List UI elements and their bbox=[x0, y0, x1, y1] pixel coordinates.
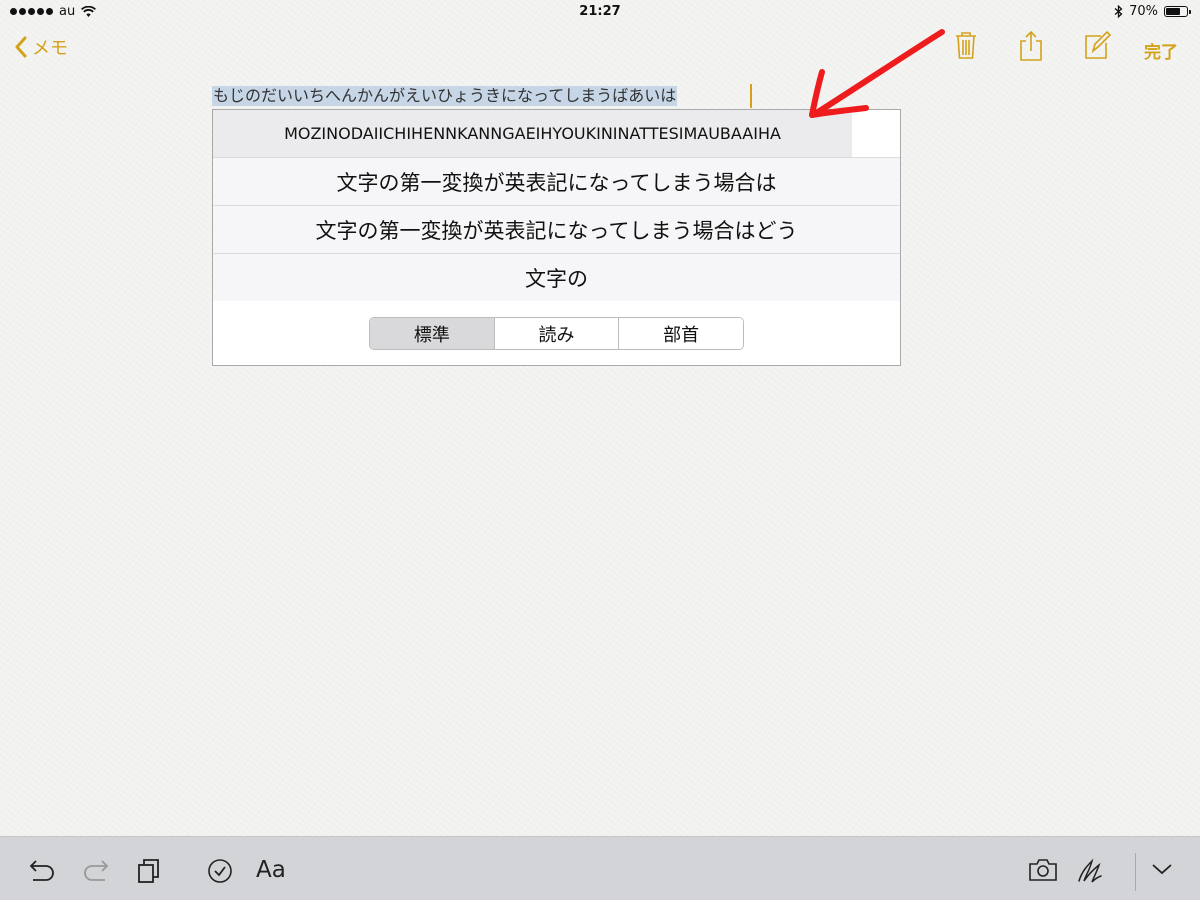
status-bar: au 21:27 70% bbox=[0, 0, 1200, 26]
bottom-toolbar: Aa bbox=[0, 836, 1200, 900]
status-right: 70% bbox=[1114, 4, 1191, 19]
undo-icon[interactable] bbox=[28, 857, 56, 883]
text-cursor bbox=[750, 84, 752, 108]
candidate-sort-area: 標準 読み 部首 bbox=[213, 301, 900, 365]
camera-icon[interactable] bbox=[1028, 857, 1058, 883]
checklist-icon[interactable] bbox=[206, 857, 234, 885]
candidate-item[interactable]: 文字の bbox=[213, 254, 900, 302]
compose-icon[interactable] bbox=[1084, 30, 1112, 60]
segment-radical[interactable]: 部首 bbox=[619, 318, 743, 349]
candidate-item[interactable]: MOZINODAIICHIHENNKANNGAEIHYOUKININATTESI… bbox=[213, 110, 852, 158]
red-arrow-annotation bbox=[809, 29, 945, 118]
segment-reading[interactable]: 読み bbox=[494, 318, 620, 349]
candidate-item[interactable]: 文字の第一変換が英表記になってしまう場合はどう bbox=[213, 206, 900, 254]
clock: 21:27 bbox=[579, 4, 621, 19]
done-button[interactable]: 完了 bbox=[1144, 38, 1178, 63]
sort-segmented-control: 標準 読み 部首 bbox=[369, 317, 744, 350]
conversion-candidates-popover: MOZINODAIICHIHENNKANNGAEIHYOUKININATTESI… bbox=[212, 109, 901, 366]
battery-percent: 70% bbox=[1129, 4, 1158, 19]
copy-icon[interactable] bbox=[136, 857, 162, 885]
chevron-left-icon bbox=[15, 36, 27, 58]
format-button[interactable]: Aa bbox=[256, 857, 286, 883]
bluetooth-icon bbox=[1114, 5, 1123, 18]
battery-fill bbox=[1166, 8, 1180, 15]
toolbar-divider bbox=[1135, 853, 1136, 891]
candidate-item[interactable]: 文字の第一変換が英表記になってしまう場合は bbox=[213, 158, 900, 206]
battery-icon bbox=[1164, 6, 1191, 17]
back-button[interactable]: メモ bbox=[14, 34, 68, 60]
dismiss-keyboard-icon[interactable] bbox=[1150, 857, 1174, 881]
trash-icon[interactable] bbox=[954, 30, 978, 60]
segment-standard[interactable]: 標準 bbox=[370, 318, 495, 349]
share-icon[interactable] bbox=[1018, 30, 1044, 62]
sketch-icon[interactable] bbox=[1076, 857, 1104, 885]
back-label: メモ bbox=[32, 38, 68, 59]
note-text[interactable]: もじのだいいちへんかんがえいひょうきになってしまうばあいは bbox=[212, 86, 678, 106]
redo-icon[interactable] bbox=[82, 857, 110, 883]
